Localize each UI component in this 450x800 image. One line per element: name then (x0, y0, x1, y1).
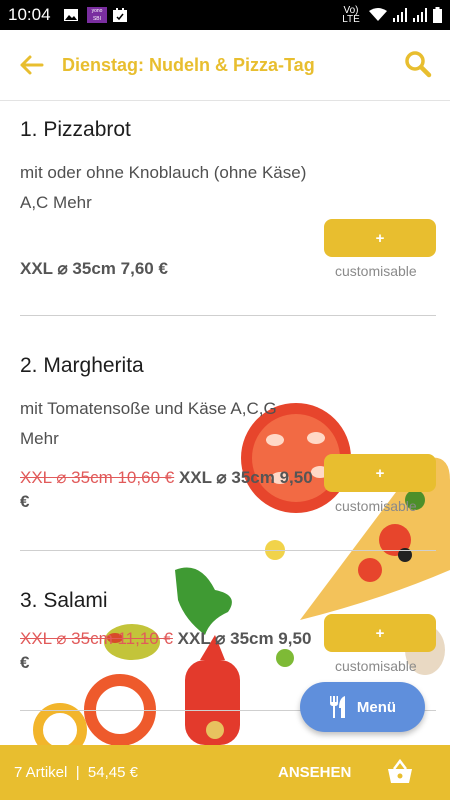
customisable-label: customisable (335, 263, 417, 279)
menu-item[interactable]: 1. Pizzabrot mit oder ohne Knoblauch (oh… (20, 118, 436, 278)
current-price: XXL ⌀ 35cm 7,60 € (20, 259, 168, 278)
add-button[interactable]: + (324, 454, 436, 492)
item-price: XXL ⌀ 35cm 11,10 € XXL ⌀ 35cm 9,50 € (20, 627, 325, 675)
gallery-icon (64, 9, 78, 21)
page-title: Dienstag: Nudeln & Pizza-Tag (62, 55, 315, 75)
item-description: mit oder ohne Knoblauch (ohne Käse) A,C … (20, 163, 307, 212)
basket-icon[interactable] (386, 759, 414, 785)
fab-label: Menü (356, 698, 397, 716)
menu-item[interactable]: 3. Salami XXL ⌀ 35cm 11,10 € XXL ⌀ 35cm … (20, 589, 436, 672)
battery-icon (433, 7, 442, 23)
customisable-label: customisable (335, 658, 417, 674)
carrier-badge: yono SBI (87, 7, 107, 23)
item-name: 2. Margherita (20, 354, 144, 377)
status-bar: 10:04 yono SBI Vo) LTE (0, 0, 450, 30)
original-price: XXL ⌀ 35cm 11,10 € (20, 629, 173, 648)
add-button[interactable]: + (324, 614, 436, 652)
search-icon[interactable] (404, 50, 432, 78)
menu-item[interactable]: 2. Margherita mit Tomatensoße und Käse A… (20, 354, 436, 511)
divider (20, 550, 436, 551)
view-cart-button[interactable]: ANSEHEN (278, 764, 351, 781)
item-name: 3. Salami (20, 589, 108, 612)
item-price: XXL ⌀ 35cm 7,60 € (20, 257, 325, 281)
customisable-label: customisable (335, 498, 417, 514)
signal-icon (393, 8, 407, 22)
menu-fab-button[interactable]: Menü (300, 682, 425, 732)
calendar-icon (113, 8, 127, 22)
status-indicators: Vo) LTE (339, 5, 442, 25)
app-bar: Dienstag: Nudeln & Pizza-Tag (0, 30, 450, 101)
cart-bar[interactable]: 7 Artikel | 54,45 € ANSEHEN (0, 745, 450, 800)
item-description: mit Tomatensoße und Käse A,C,G Mehr (20, 399, 277, 448)
status-time: 10:04 (8, 5, 51, 24)
original-price: XXL ⌀ 35cm 10,60 € (20, 468, 175, 487)
add-button[interactable]: + (324, 219, 436, 257)
wifi-icon (369, 8, 387, 21)
item-price: XXL ⌀ 35cm 10,60 € XXL ⌀ 35cm 9,50 € (20, 466, 325, 514)
item-name: 1. Pizzabrot (20, 118, 131, 141)
cutlery-icon (329, 696, 345, 718)
signal-icon-2 (413, 8, 427, 22)
arrow-left-icon[interactable] (18, 52, 44, 78)
divider (20, 315, 436, 316)
network-label: Vo) LTE (342, 5, 360, 25)
cart-summary: 7 Artikel | 54,45 € (14, 764, 138, 781)
menu-list[interactable]: 1. Pizzabrot mit oder ohne Knoblauch (oh… (0, 100, 450, 745)
